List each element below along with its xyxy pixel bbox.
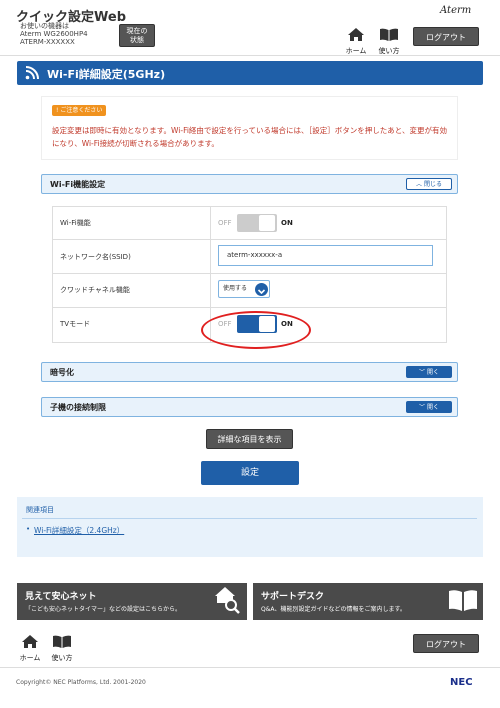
encryption-section-title: 暗号化 bbox=[50, 368, 74, 377]
footer-home-button[interactable]: ホーム bbox=[17, 633, 43, 663]
client-limit-section-title: 子機の接続制限 bbox=[50, 403, 106, 412]
device-info-line3: ATERM-XXXXXX bbox=[20, 38, 75, 46]
caution-badge-label: ご注意ください bbox=[60, 107, 103, 114]
device-info: お使いの機器は Aterm WG2600HP4 ATERM-XXXXXX bbox=[20, 22, 88, 46]
save-button[interactable]: 設定 bbox=[201, 461, 299, 485]
nec-logo: NEC bbox=[450, 677, 473, 688]
chevron-up-icon: ︿ bbox=[416, 181, 423, 188]
status-button-line1: 現在の bbox=[126, 27, 148, 35]
quad-channel-label: クワッドチャネル機能 bbox=[60, 286, 130, 294]
close-button-label: 閉じる bbox=[423, 181, 442, 188]
mieru-anshin-net-banner[interactable]: 見えて安心ネット 「こども安心ネットタイマー」などの設定はこちらから。 bbox=[17, 583, 247, 620]
alert-icon: ! bbox=[56, 107, 59, 114]
wifi-settings-close-button[interactable]: ︿ 閉じる bbox=[406, 178, 452, 190]
bullet-icon: • bbox=[26, 525, 31, 533]
related-items-title: 関連項目 bbox=[26, 506, 54, 514]
ssid-label: ネットワーク名(SSID) bbox=[60, 253, 131, 261]
wifi-settings-section-title: Wi-Fi機能設定 bbox=[50, 180, 106, 189]
aterm-logo: Aterm bbox=[440, 5, 472, 16]
show-details-button[interactable]: 詳細な項目を表示 bbox=[206, 429, 293, 449]
home-icon bbox=[22, 635, 38, 648]
footer-divider bbox=[0, 667, 500, 668]
chevron-down-icon: ﹀ bbox=[419, 404, 426, 411]
ssid-input[interactable]: aterm-xxxxxx-a bbox=[218, 245, 433, 266]
home-nav-button[interactable]: ホーム bbox=[343, 26, 369, 56]
wifi-function-on-label: ON bbox=[281, 219, 293, 227]
highlight-ring bbox=[201, 311, 311, 349]
book-icon bbox=[449, 590, 477, 611]
open-button-label: 開く bbox=[426, 404, 439, 411]
encryption-open-button[interactable]: ﹀ 開く bbox=[406, 366, 452, 378]
related-link-24ghz[interactable]: Wi-Fi詳細設定（2.4GHz） bbox=[34, 525, 124, 536]
footer-logout-button[interactable]: ログアウト bbox=[413, 634, 479, 653]
encryption-section-header[interactable] bbox=[41, 362, 458, 382]
caution-text: 設定変更は即時に有効となります。Wi-Fi経由で設定を行っている場合には、［設定… bbox=[52, 126, 447, 148]
copyright: Copyright© NEC Platforms, Ltd. 2001-2020 bbox=[16, 679, 146, 686]
page-title: Wi-Fi詳細設定(5GHz) bbox=[47, 68, 166, 81]
client-limit-open-button[interactable]: ﹀ 開く bbox=[406, 401, 452, 413]
chevron-down-icon: ﹀ bbox=[419, 369, 426, 376]
wifi-function-toggle[interactable] bbox=[237, 214, 277, 232]
footer-help-button[interactable]: 使い方 bbox=[49, 633, 75, 663]
current-status-button[interactable]: 現在の 状態 bbox=[119, 24, 155, 47]
promo-title: 見えて安心ネット bbox=[25, 592, 97, 602]
toggle-knob bbox=[259, 215, 275, 231]
support-desk-banner[interactable]: サポートデスク Q&A、機能別設定ガイドなどの情報をご案内します。 bbox=[253, 583, 483, 620]
footer-home-label: ホーム bbox=[19, 654, 41, 662]
device-info-line1: お使いの機器は bbox=[20, 22, 69, 30]
book-icon bbox=[380, 28, 398, 41]
status-button-line2: 状態 bbox=[130, 36, 144, 44]
promo-title: サポートデスク bbox=[261, 592, 325, 602]
home-icon bbox=[348, 28, 364, 41]
wifi-function-label: Wi-Fi機能 bbox=[60, 219, 91, 227]
device-info-line2: Aterm WG2600HP4 bbox=[20, 30, 88, 38]
logout-button[interactable]: ログアウト bbox=[413, 27, 479, 46]
chevron-down-icon bbox=[255, 283, 268, 296]
open-button-label: 開く bbox=[426, 369, 439, 376]
wifi-icon bbox=[25, 66, 39, 80]
help-nav-label: 使い方 bbox=[378, 47, 400, 55]
tv-mode-label: TVモード bbox=[60, 320, 91, 328]
help-nav-button[interactable]: 使い方 bbox=[376, 26, 402, 56]
home-nav-label: ホーム bbox=[345, 47, 367, 55]
book-icon bbox=[53, 635, 71, 648]
wifi-function-off-label: OFF bbox=[218, 219, 232, 227]
promo-subtitle: 「こども安心ネットタイマー」などの設定はこちらから。 bbox=[25, 606, 182, 613]
caution-badge: ! ご注意ください bbox=[52, 105, 107, 116]
promo-subtitle: Q&A、機能別設定ガイドなどの情報をご案内します。 bbox=[261, 606, 406, 613]
footer-help-label: 使い方 bbox=[51, 654, 73, 662]
home-search-icon bbox=[215, 587, 240, 614]
divider bbox=[22, 518, 477, 519]
